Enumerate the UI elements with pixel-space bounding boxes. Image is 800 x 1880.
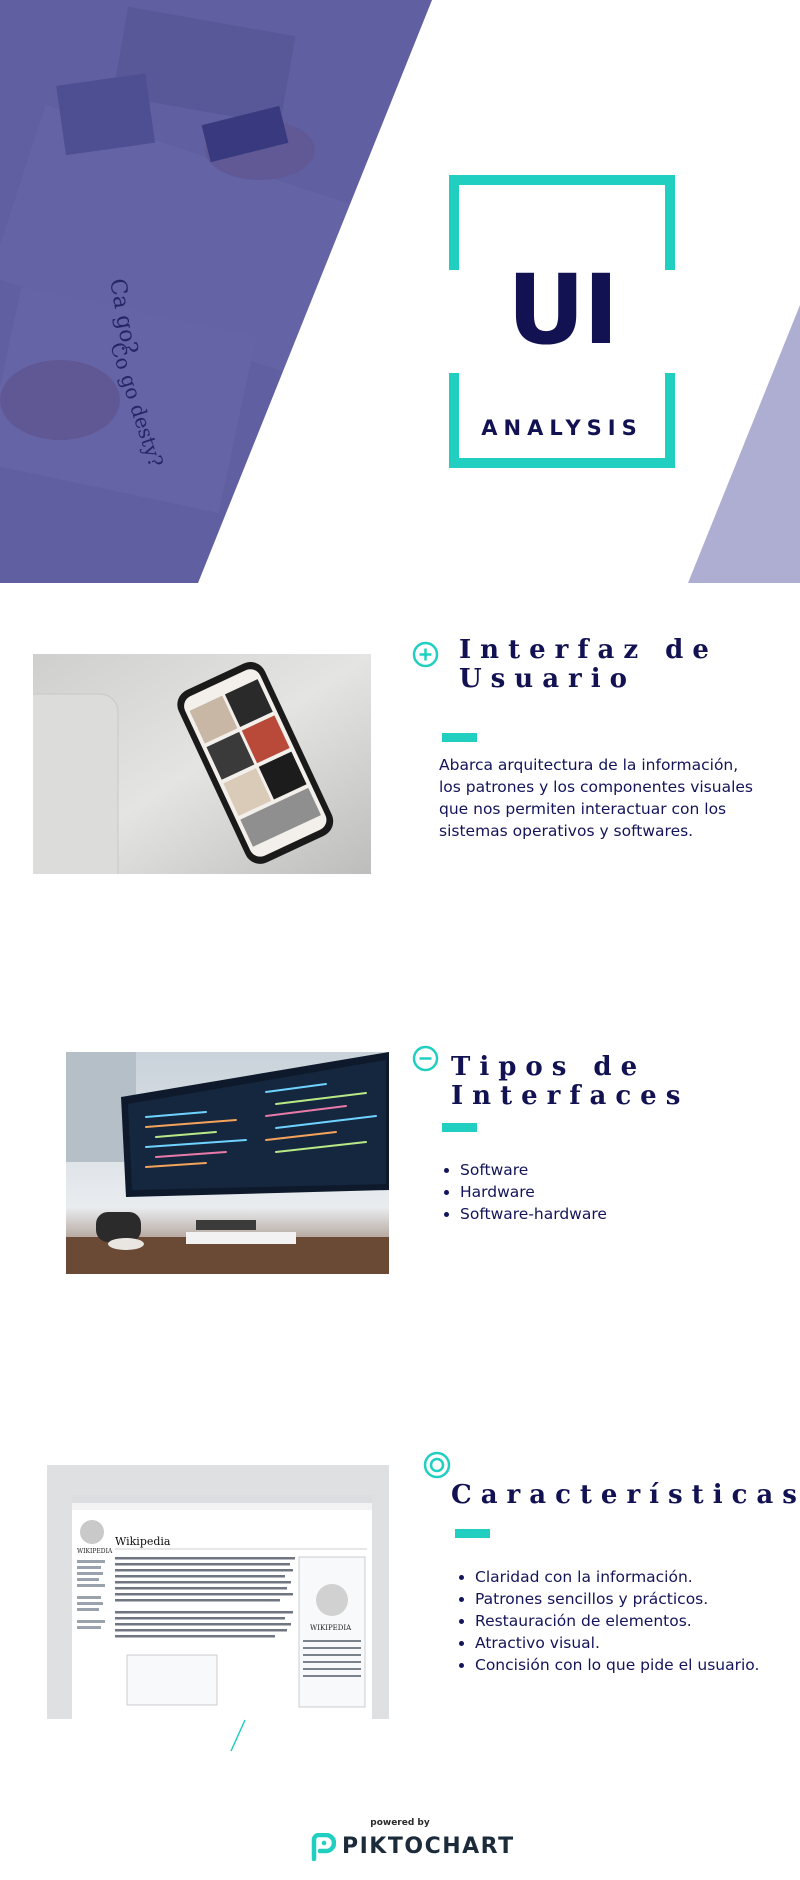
piktochart-logo[interactable]: PIKTOCHART [308, 1832, 513, 1862]
svg-text:WIKIPEDIA: WIKIPEDIA [310, 1624, 352, 1632]
wiki-heading: Wikipedia [115, 1535, 171, 1548]
decor-line [230, 1719, 246, 1752]
section-text-interfaz: Abarca arquitectura de la información, l… [439, 756, 753, 840]
monitor-code-photo [66, 1052, 389, 1274]
section-title-caracteristicas: Características [451, 1480, 800, 1510]
minus-circle-icon [412, 1045, 439, 1072]
section-title-line2: Usuario [459, 664, 636, 694]
decor-triangle [688, 305, 800, 583]
hero-banner: Ca go? Co go desty? UI ANALYSIS [0, 0, 800, 583]
section-title-interfaz: Interfaz de Usuario [459, 636, 718, 694]
wikipedia-screenshot: WIKIPEDIA Wikipedia WIKIPEDIA [47, 1465, 389, 1719]
accent-bar [442, 733, 477, 742]
target-icon [423, 1451, 451, 1479]
hero-subtitle: ANALYSIS [481, 416, 643, 440]
svg-text:WIKIPEDIA: WIKIPEDIA [77, 1548, 113, 1555]
section-title-line1: Interfaz de [459, 635, 718, 665]
powered-by-label: powered by [370, 1818, 430, 1828]
brand-name: PIKTOCHART [342, 1834, 515, 1859]
characteristics-list: Claridad con la información. Patrones se… [455, 1566, 759, 1676]
list-item: Atractivo visual. [475, 1632, 759, 1654]
piktochart-mark-icon [311, 1833, 336, 1861]
desk-photo: Ca go? Co go desty? [0, 0, 432, 583]
list-item: Restauración de elementos. [475, 1610, 759, 1632]
smartphone-photo [33, 654, 371, 874]
hero-graphic: Ca go? Co go desty? [0, 0, 800, 583]
interface-types-list: Software Hardware Software-hardware [440, 1159, 607, 1225]
section-title-line1: Tipos de [451, 1052, 647, 1082]
hero-title: UI [507, 254, 619, 366]
list-item: Hardware [460, 1181, 607, 1203]
list-item: Software [460, 1159, 607, 1181]
list-item: Patrones sencillos y prácticos. [475, 1588, 759, 1610]
accent-bar [442, 1123, 477, 1132]
list-item: Concisión con lo que pide el usuario. [475, 1654, 759, 1676]
section-title-tipos: Tipos de Interfaces [451, 1053, 689, 1111]
list-item: Software-hardware [460, 1203, 607, 1225]
plus-circle-icon [412, 641, 439, 668]
section-title-line2: Interfaces [451, 1081, 690, 1111]
accent-bar [455, 1529, 490, 1538]
list-item: Claridad con la información. [475, 1566, 759, 1588]
